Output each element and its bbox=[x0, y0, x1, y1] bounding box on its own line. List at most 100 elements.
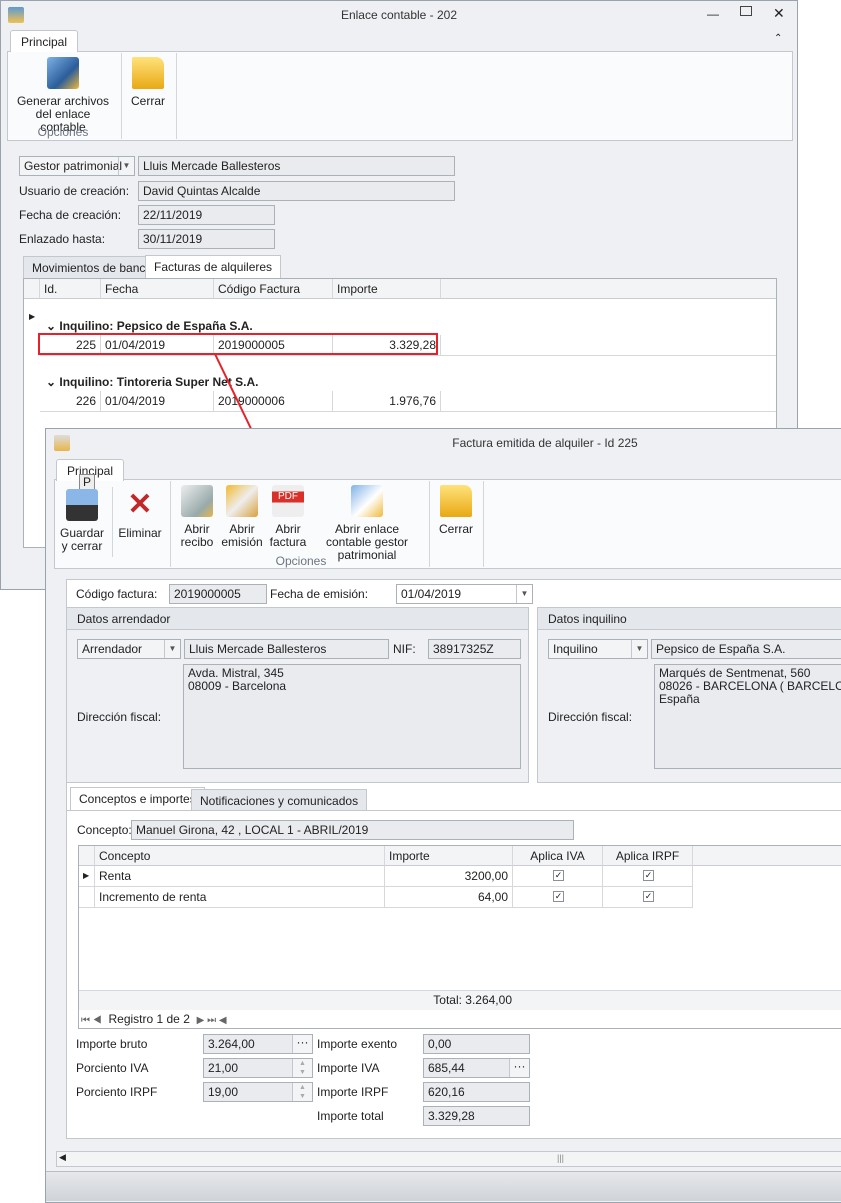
group-label: Opciones bbox=[37, 125, 89, 139]
arrendador-combo[interactable]: Arrendador ▼ bbox=[77, 639, 181, 659]
arrendador-direccion-field[interactable]: Avda. Mistral, 345 08009 - Barcelona bbox=[183, 664, 521, 769]
abrir-enlace-button[interactable]: Abrir enlace contable gestor patrimonial bbox=[314, 485, 420, 562]
factura-window: Factura emitida de alquiler - Id 225 Pri… bbox=[45, 428, 841, 1203]
minimize-button[interactable]: — bbox=[707, 7, 721, 21]
importe-total-label: Importe total bbox=[317, 1109, 384, 1123]
group-row[interactable]: ⌄ Inquilino: Pepsico de España S.A. bbox=[46, 319, 253, 333]
ellipsis-button[interactable]: ··· bbox=[509, 1059, 529, 1077]
nif-label: NIF: bbox=[393, 642, 416, 656]
gestor-field[interactable]: Lluis Mercade Ballesteros bbox=[138, 156, 455, 176]
codigo-field[interactable]: 2019000005 bbox=[169, 584, 267, 604]
window-title: Enlace contable - 202 bbox=[340, 8, 458, 22]
enlazado-field[interactable]: 30/11/2019 bbox=[138, 229, 275, 249]
collapse-ribbon-icon[interactable]: ⌃ bbox=[774, 33, 782, 44]
col-aplica-irpf[interactable]: Aplica IRPF bbox=[603, 846, 693, 866]
tab-principal[interactable]: Principal bbox=[10, 30, 79, 52]
fecha-emision-field[interactable]: 01/04/2019 ▼ bbox=[396, 584, 533, 604]
divider bbox=[121, 53, 122, 139]
grid-navigator[interactable]: ⏮ ◀ Registro 1 de 2 ▶ ⏭ ◀ bbox=[81, 1012, 227, 1026]
tab-notificaciones[interactable]: Notificaciones y comunicados bbox=[191, 789, 368, 811]
abrir-factura-button[interactable]: PDF Abrir factura bbox=[266, 485, 310, 549]
divider bbox=[429, 481, 430, 567]
importe-iva-label: Importe IVA bbox=[317, 1061, 380, 1075]
importe-bruto-field[interactable]: 3.264,00 ··· bbox=[203, 1034, 313, 1054]
generar-archivos-button[interactable]: Generar archivos del enlace contable bbox=[13, 57, 113, 134]
close-button[interactable]: ✕ bbox=[773, 5, 785, 22]
spreadsheet-coins-icon bbox=[351, 485, 383, 517]
direccion-label: Dirección fiscal: bbox=[77, 710, 162, 724]
porciento-irpf-label: Porciento IRPF bbox=[76, 1085, 158, 1099]
folder-exit-icon bbox=[440, 485, 472, 517]
importe-irpf-label: Importe IRPF bbox=[317, 1085, 389, 1099]
divider bbox=[176, 53, 177, 139]
direccion-label: Dirección fiscal: bbox=[548, 710, 633, 724]
table-row[interactable]: ▶ Renta 3200,00 ✓ ✓ bbox=[79, 866, 693, 887]
fecha-label: Fecha de creación: bbox=[19, 208, 122, 222]
nif-field[interactable]: 38917325Z bbox=[428, 639, 521, 659]
aplica-irpf-checkbox[interactable]: ✓ bbox=[643, 891, 654, 902]
chevron-down-icon: ▼ bbox=[631, 640, 647, 658]
col-id[interactable]: Id. bbox=[40, 279, 101, 299]
aplica-iva-checkbox[interactable]: ✓ bbox=[553, 891, 564, 902]
pdf-icon: PDF bbox=[272, 485, 304, 517]
importe-iva-field[interactable]: 685,44 ··· bbox=[423, 1058, 530, 1078]
importe-irpf-field[interactable]: 620,16 bbox=[423, 1082, 530, 1102]
tab-movimientos[interactable]: Movimientos de banco bbox=[23, 256, 162, 278]
row-indicator-icon: ▶ bbox=[29, 312, 36, 321]
porciento-iva-label: Porciento IVA bbox=[76, 1061, 149, 1075]
cerrar-button[interactable]: Cerrar bbox=[434, 485, 478, 536]
eliminar-button[interactable]: ✕ Eliminar bbox=[118, 489, 162, 540]
porciento-iva-spinner[interactable]: 21,00 ▲ ▼ bbox=[203, 1058, 313, 1078]
tab-facturas[interactable]: Facturas de alquileres bbox=[145, 255, 282, 278]
col-fecha[interactable]: Fecha bbox=[101, 279, 214, 299]
col-importe[interactable]: Importe bbox=[385, 846, 513, 866]
window-title: Factura emitida de alquiler - Id 225 bbox=[452, 436, 638, 450]
abrir-recibo-button[interactable]: Abrir recibo bbox=[176, 485, 218, 549]
fecha-field[interactable]: 22/11/2019 bbox=[138, 205, 275, 225]
concepto-field[interactable]: Manuel Girona, 42 , LOCAL 1 - ABRIL/2019 bbox=[131, 820, 574, 840]
app-icon bbox=[54, 435, 70, 451]
usuario-field[interactable]: David Quintas Alcalde bbox=[138, 181, 455, 201]
folder-exit-icon bbox=[132, 57, 164, 89]
guardar-cerrar-button[interactable]: Guardar y cerrar bbox=[58, 489, 106, 553]
importe-exento-label: Importe exento bbox=[317, 1037, 398, 1051]
arrendador-name-field[interactable]: Lluis Mercade Ballesteros bbox=[184, 639, 389, 659]
codigo-label: Código factura: bbox=[76, 587, 158, 601]
chevron-down-icon: ▼ bbox=[516, 585, 532, 603]
col-importe[interactable]: Importe bbox=[333, 279, 441, 299]
usuario-label: Usuario de creación: bbox=[19, 184, 130, 198]
ellipsis-button[interactable]: ··· bbox=[292, 1035, 312, 1053]
divider bbox=[170, 481, 171, 567]
abrir-emision-button[interactable]: Abrir emisión bbox=[220, 485, 264, 549]
aplica-irpf-checkbox[interactable]: ✓ bbox=[643, 870, 654, 881]
aplica-iva-checkbox[interactable]: ✓ bbox=[553, 870, 564, 881]
col-concepto[interactable]: Concepto bbox=[95, 846, 385, 866]
porciento-irpf-spinner[interactable]: 19,00 ▲ ▼ bbox=[203, 1082, 313, 1102]
inquilino-combo[interactable]: Inquilino ▼ bbox=[548, 639, 648, 659]
grid-total: Total: 3.264,00 bbox=[433, 993, 512, 1007]
gestor-combo[interactable]: Gestor patrimonial ▼ bbox=[19, 156, 135, 176]
enlazado-label: Enlazado hasta: bbox=[19, 232, 106, 246]
emission-icon bbox=[226, 485, 258, 517]
table-row[interactable]: 226 01/04/2019 2019000006 1.976,76 bbox=[40, 391, 776, 412]
conceptos-grid: Concepto Importe Aplica IVA Aplica IRPF … bbox=[78, 845, 841, 1029]
chevron-down-icon: ▼ bbox=[118, 157, 134, 175]
horizontal-scrollbar[interactable]: ◀ ||| bbox=[56, 1151, 841, 1167]
spreadsheet-save-icon bbox=[47, 57, 79, 89]
importe-exento-field[interactable]: 0,00 bbox=[423, 1034, 530, 1054]
col-codigo[interactable]: Código Factura bbox=[214, 279, 333, 299]
receipt-icon bbox=[181, 485, 213, 517]
cerrar-button[interactable]: Cerrar bbox=[125, 57, 171, 108]
inquilino-name-field[interactable]: Pepsico de España S.A. bbox=[651, 639, 841, 659]
divider bbox=[112, 487, 113, 557]
importe-total-field[interactable]: 3.329,28 bbox=[423, 1106, 530, 1126]
table-row[interactable]: Incremento de renta 64,00 ✓ ✓ bbox=[79, 887, 693, 908]
col-aplica-iva[interactable]: Aplica IVA bbox=[513, 846, 603, 866]
inquilino-direccion-field[interactable]: Marqués de Sentmenat, 560 08026 - BARCELO… bbox=[654, 664, 841, 769]
chevron-down-icon: ▼ bbox=[164, 640, 180, 658]
delete-x-icon: ✕ bbox=[127, 488, 153, 521]
tab-conceptos[interactable]: Conceptos e importes bbox=[70, 787, 205, 811]
status-bar bbox=[46, 1171, 841, 1201]
maximize-button[interactable] bbox=[740, 6, 752, 16]
divider bbox=[483, 481, 484, 567]
